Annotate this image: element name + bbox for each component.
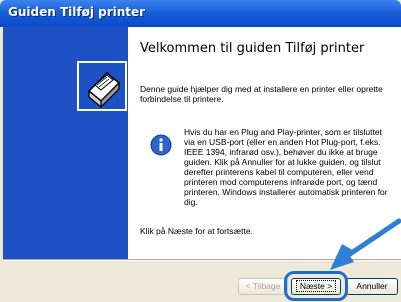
wizard-heading: Velkommen til guiden Tilføj printer: [140, 41, 365, 56]
title-bar[interactable]: Guiden Tilføj printer: [0, 0, 401, 27]
printer-wizard-icon: [77, 61, 127, 111]
window-title: Guiden Tilføj printer: [8, 5, 146, 19]
intro-text: Denne guide hjælper dig med at installer…: [140, 84, 383, 104]
wizard-side-panel: [3, 27, 128, 259]
continue-instruction: Klik på Næste for at fortsætte.: [140, 226, 253, 236]
cancel-button[interactable]: Annuller: [346, 278, 398, 295]
back-button[interactable]: < Tilbage: [238, 278, 288, 295]
info-icon: [150, 134, 172, 156]
pointer-arrow: [330, 218, 401, 270]
info-text: Hvis du har en Plug and Play-printer, so…: [184, 127, 388, 207]
wizard-window: Guiden Tilføj printer Velkommen til guid…: [0, 0, 401, 302]
